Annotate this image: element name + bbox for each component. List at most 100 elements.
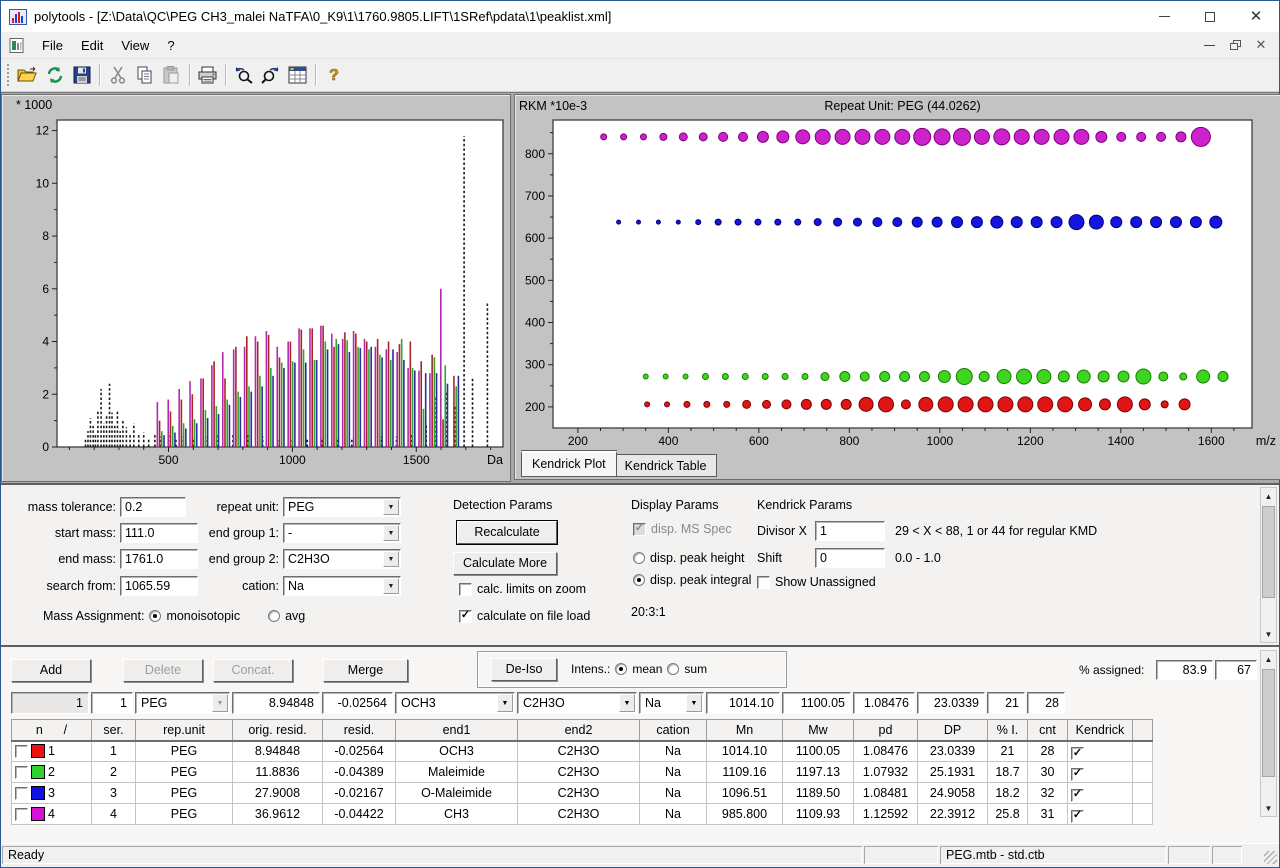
edit-end1-select[interactable]: OCH3▼ (395, 692, 515, 714)
edit-pd[interactable]: 1.08476 (853, 692, 915, 714)
divisor-input[interactable]: 1 (815, 521, 885, 541)
delete-button[interactable]: Delete (123, 659, 203, 682)
params-scrollbar[interactable]: ▲ ▼ (1260, 487, 1277, 643)
zoom-previous-button[interactable] (230, 62, 257, 88)
chevron-down-icon[interactable]: ▼ (619, 694, 635, 712)
kendrick-checkbox[interactable] (1071, 789, 1084, 802)
resize-grip[interactable] (1243, 844, 1279, 866)
chevron-down-icon[interactable]: ▼ (686, 694, 702, 712)
scroll-down-icon[interactable]: ▼ (1261, 626, 1276, 642)
column-header[interactable]: DP (918, 720, 988, 741)
tab-kendrick-plot[interactable]: Kendrick Plot (521, 451, 617, 477)
chevron-down-icon[interactable]: ▼ (497, 694, 513, 712)
edit-cnt[interactable]: 28 (1027, 692, 1065, 714)
scroll-thumb[interactable] (1262, 506, 1275, 598)
table-row[interactable]: 11PEG8.94848-0.02564OCH3C2H3ONa1014.1011… (12, 741, 1153, 762)
column-header[interactable]: orig. resid. (233, 720, 323, 741)
minimize-button[interactable] (1141, 1, 1187, 32)
row-select-checkbox[interactable] (15, 745, 28, 758)
recalculate-button[interactable]: Recalculate (457, 521, 557, 544)
maximize-button[interactable] (1187, 1, 1233, 32)
menu-view[interactable]: View (112, 34, 158, 57)
peak-table-button[interactable] (284, 62, 311, 88)
disp-peak-integral-radio[interactable] (633, 574, 645, 586)
add-button[interactable]: Add (11, 659, 91, 682)
column-header[interactable]: ser. (92, 720, 136, 741)
calc-on-load-checkbox[interactable] (459, 610, 472, 623)
intens-mean-radio[interactable] (615, 663, 627, 675)
edit-n[interactable]: 1 (91, 692, 133, 714)
close-button[interactable]: ✕ (1233, 1, 1279, 32)
row-select-checkbox[interactable] (15, 766, 28, 779)
calc-limits-checkbox[interactable] (459, 583, 472, 596)
edit-resid[interactable]: -0.02564 (322, 692, 393, 714)
edit-cation-select[interactable]: Na▼ (639, 692, 704, 714)
column-header[interactable]: pd (854, 720, 918, 741)
table-scrollbar[interactable]: ▲ ▼ (1260, 650, 1277, 817)
intens-sum-radio[interactable] (667, 663, 679, 675)
chevron-down-icon[interactable]: ▼ (383, 578, 399, 594)
menu-help[interactable]: ? (158, 34, 183, 57)
column-header[interactable]: Mw (783, 720, 854, 741)
cut-button[interactable] (104, 62, 131, 88)
table-row[interactable]: 33PEG27.9008-0.02167O-MaleimideC2H3ONa10… (12, 783, 1153, 804)
edit-mn[interactable]: 1014.10 (706, 692, 780, 714)
column-header[interactable]: end1 (396, 720, 518, 741)
column-header[interactable]: cation (640, 720, 707, 741)
end-mass-input[interactable]: 1761.0 (120, 549, 198, 569)
scroll-down-icon[interactable]: ▼ (1261, 800, 1276, 816)
edit-index[interactable]: 1 (11, 692, 89, 714)
kendrick-checkbox[interactable] (1071, 810, 1084, 823)
disp-peak-height-radio[interactable] (633, 552, 645, 564)
column-header[interactable]: cnt (1028, 720, 1068, 741)
chevron-down-icon[interactable]: ▼ (383, 551, 399, 567)
copy-button[interactable] (131, 62, 158, 88)
deiso-button[interactable]: De-Iso (491, 658, 557, 681)
search-from-input[interactable]: 1065.59 (120, 576, 198, 596)
row-select-checkbox[interactable] (15, 808, 28, 821)
monoisotopic-radio[interactable] (149, 610, 161, 622)
mdi-close-button[interactable]: ✕ (1249, 35, 1273, 55)
column-header[interactable]: end2 (518, 720, 640, 741)
chevron-down-icon[interactable]: ▼ (212, 694, 228, 712)
scroll-thumb[interactable] (1262, 669, 1275, 777)
calculate-more-button[interactable]: Calculate More (453, 552, 557, 575)
edit-orig-resid[interactable]: 8.94848 (232, 692, 320, 714)
kendrick-checkbox[interactable] (1071, 768, 1084, 781)
reload-button[interactable] (41, 62, 68, 88)
end-group1-select[interactable]: -▼ (283, 523, 401, 543)
print-button[interactable] (194, 62, 221, 88)
kendrick-checkbox[interactable] (1071, 747, 1084, 760)
column-header[interactable]: % I. (988, 720, 1028, 741)
mass-tolerance-input[interactable]: 0.2 (120, 497, 186, 517)
edit-mw[interactable]: 1100.05 (782, 692, 851, 714)
open-file-button[interactable] (14, 62, 41, 88)
column-header[interactable]: n / (12, 720, 92, 741)
kendrick-plot-svg[interactable]: RKM *10e-3Repeat Unit: PEG (44.0262)2003… (515, 95, 1280, 451)
chevron-down-icon[interactable]: ▼ (383, 525, 399, 541)
column-header[interactable]: rep.unit (136, 720, 233, 741)
edit-end2-select[interactable]: C2H3O▼ (517, 692, 637, 714)
cation-select[interactable]: Na▼ (283, 576, 401, 596)
shift-input[interactable]: 0 (815, 548, 885, 568)
menu-file[interactable]: File (33, 34, 72, 57)
zoom-next-button[interactable] (257, 62, 284, 88)
avg-radio[interactable] (268, 610, 280, 622)
column-header[interactable]: Mn (707, 720, 783, 741)
concat-button[interactable]: Concat. (213, 659, 293, 682)
merge-button[interactable]: Merge (323, 659, 408, 682)
column-header[interactable] (1133, 720, 1153, 741)
help-button[interactable]: ? (320, 62, 347, 88)
end-group2-select[interactable]: C2H3O▼ (283, 549, 401, 569)
toolbar-grip[interactable] (6, 63, 11, 87)
paste-button[interactable] (158, 62, 185, 88)
chevron-down-icon[interactable]: ▼ (383, 499, 399, 515)
scroll-up-icon[interactable]: ▲ (1261, 651, 1276, 667)
mdi-restore-button[interactable] (1223, 35, 1247, 55)
tab-kendrick-table[interactable]: Kendrick Table (615, 454, 718, 477)
menu-edit[interactable]: Edit (72, 34, 112, 57)
start-mass-input[interactable]: 111.0 (120, 523, 198, 543)
edit-dp[interactable]: 23.0339 (917, 692, 985, 714)
table-row[interactable]: 44PEG36.9612-0.04422CH3C2H3ONa985.800110… (12, 804, 1153, 825)
column-header[interactable]: resid. (323, 720, 396, 741)
